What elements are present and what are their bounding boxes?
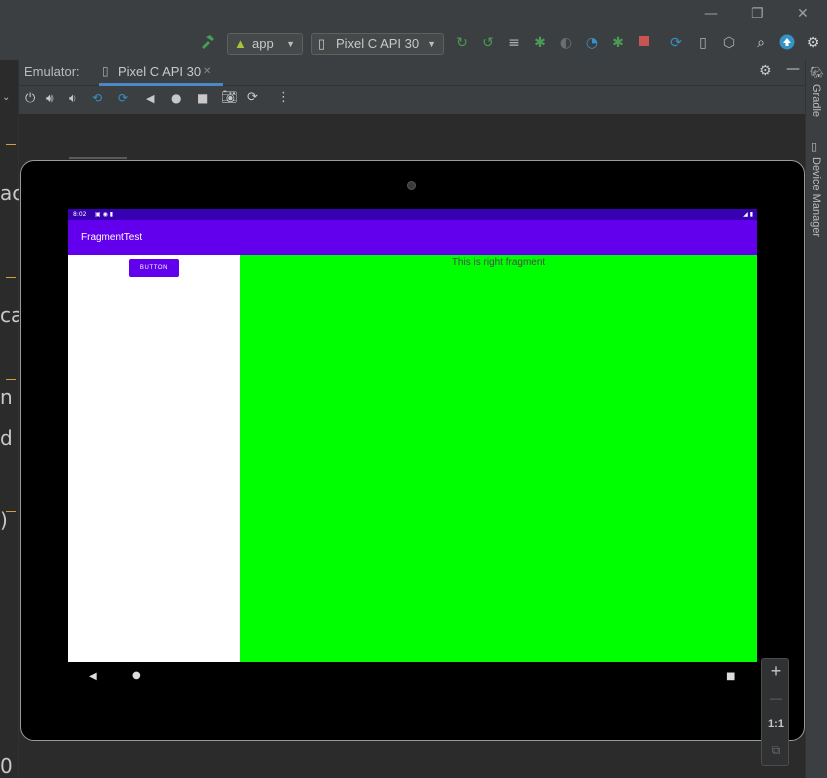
editor-text-fragment: n: [0, 385, 13, 409]
close-window-button[interactable]: ✕: [797, 6, 809, 22]
screenshot-icon[interactable]: 📷︎: [221, 90, 238, 105]
sdk-manager-icon[interactable]: ⬡: [720, 34, 738, 52]
rotate-left-icon[interactable]: ⟲: [92, 91, 102, 105]
emulator-controls: ⏻ 🔊︎ 🔉︎ ⟲ ⟳ ◀ ● ■ 📷︎ ⟳ ⋮: [19, 86, 805, 114]
phone-icon: ▯: [318, 36, 326, 51]
chevron-down-icon: ▼: [286, 39, 295, 49]
tab-pixel-c[interactable]: ▯ Pixel C API 30 ✕: [99, 60, 223, 86]
signal-battery-icons: ◢ ▮: [743, 211, 753, 218]
logcat-icon[interactable]: ≡: [505, 34, 523, 52]
stop-icon[interactable]: [635, 34, 653, 52]
status-bar: 8:02 ▣ ◉ ▮ ◢ ▮: [68, 209, 757, 220]
settings-icon[interactable]: ⚙: [759, 63, 772, 79]
right-fragment-text: This is right fragment: [451, 257, 546, 268]
volume-up-icon[interactable]: 🔊︎: [46, 91, 54, 106]
device-manager-tool-tab[interactable]: Device Manager: [810, 157, 822, 237]
zoom-panel: + — 1:1 ⧉: [761, 658, 789, 766]
settings-icon[interactable]: ⚙: [804, 34, 822, 52]
hide-panel-icon[interactable]: —: [786, 61, 800, 77]
tab-label: Pixel C API 30: [118, 64, 202, 79]
panel-edge: [69, 157, 127, 159]
device-select-label: Pixel C API 30: [336, 36, 420, 51]
phone-icon: ▯: [102, 64, 109, 78]
right-fragment: This is right fragment: [240, 255, 757, 662]
left-fragment: BUTTON: [68, 255, 240, 662]
zoom-fit-icon[interactable]: ⧉: [762, 743, 790, 758]
snapshot-icon[interactable]: ⟳: [247, 90, 258, 105]
rotate-right-icon[interactable]: ⟳: [118, 91, 128, 105]
app-bar: FragmentTest: [68, 220, 757, 255]
hammer-icon[interactable]: [198, 34, 216, 52]
device-screen[interactable]: 8:02 ▣ ◉ ▮ ◢ ▮ FragmentTest BUTTON This …: [68, 209, 757, 662]
right-tool-strip: 🐘︎ Gradle ▯ Device Manager: [805, 60, 827, 778]
profile-icon[interactable]: ◔: [583, 34, 601, 52]
editor-text-fragment: 0: [0, 754, 13, 778]
minimize-button[interactable]: —: [704, 6, 718, 22]
zoom-actual-size-button[interactable]: 1:1: [762, 718, 790, 730]
zoom-out-button[interactable]: —: [762, 691, 790, 705]
back-icon[interactable]: ◀: [146, 92, 154, 105]
marker-line: [6, 144, 16, 145]
nav-overview-icon[interactable]: ■: [726, 671, 735, 682]
collapse-chevron-icon[interactable]: ⌄: [2, 92, 10, 103]
run-config-select[interactable]: ▲ app ▼: [227, 33, 303, 55]
debug-icon[interactable]: ✱: [531, 34, 549, 52]
attach-debugger-icon[interactable]: ◐: [557, 34, 575, 52]
status-time: 8:02: [73, 211, 87, 218]
update-icon[interactable]: [778, 34, 796, 52]
more-icon[interactable]: ⋮: [277, 90, 290, 105]
window-title-bar: — ❐ ✕: [0, 0, 827, 30]
apply-changes-icon[interactable]: ↻: [453, 34, 471, 52]
sync-icon[interactable]: ⟳: [667, 34, 685, 52]
gradle-tool-tab[interactable]: Gradle: [810, 84, 822, 117]
volume-down-icon[interactable]: 🔉︎: [69, 91, 77, 106]
nav-back-icon[interactable]: ◀: [89, 671, 97, 682]
notification-icons: ▣ ◉ ▮: [95, 211, 114, 218]
marker-line: [6, 277, 16, 278]
power-icon[interactable]: ⏻: [25, 91, 35, 106]
search-icon[interactable]: ⌕: [752, 34, 770, 52]
marker-line: [6, 511, 16, 512]
camera-icon: [407, 181, 416, 190]
emulator-label: Emulator:: [24, 64, 80, 79]
emulator-header: Emulator: ▯ Pixel C API 30 ✕ ⚙ —: [19, 60, 805, 86]
android-icon: ▲: [234, 36, 247, 51]
run-config-label: app: [252, 36, 274, 51]
coverage-icon[interactable]: ✱: [609, 34, 627, 52]
device-manager-icon: ▯: [811, 140, 818, 153]
close-tab-icon[interactable]: ✕: [203, 66, 211, 77]
gradle-elephant-icon: 🐘︎: [810, 66, 824, 79]
chevron-down-icon: ▼: [427, 39, 436, 49]
app-title: FragmentTest: [81, 232, 143, 243]
overview-icon[interactable]: ■: [197, 91, 208, 105]
restore-button[interactable]: ❐: [751, 6, 764, 22]
device-manager-icon[interactable]: ▯: [694, 34, 712, 52]
apply-code-changes-icon[interactable]: ↺: [479, 34, 497, 52]
home-icon[interactable]: ●: [171, 91, 181, 105]
device-select[interactable]: ▯ Pixel C API 30 ▼: [311, 33, 444, 55]
nav-home-icon[interactable]: ●: [132, 670, 141, 681]
fragment-button[interactable]: BUTTON: [129, 259, 179, 277]
marker-line: [6, 379, 16, 380]
left-gutter: ⌄ ac ca n d ) 0: [0, 60, 23, 778]
editor-text-fragment: d: [0, 426, 13, 450]
zoom-in-button[interactable]: +: [762, 661, 790, 682]
